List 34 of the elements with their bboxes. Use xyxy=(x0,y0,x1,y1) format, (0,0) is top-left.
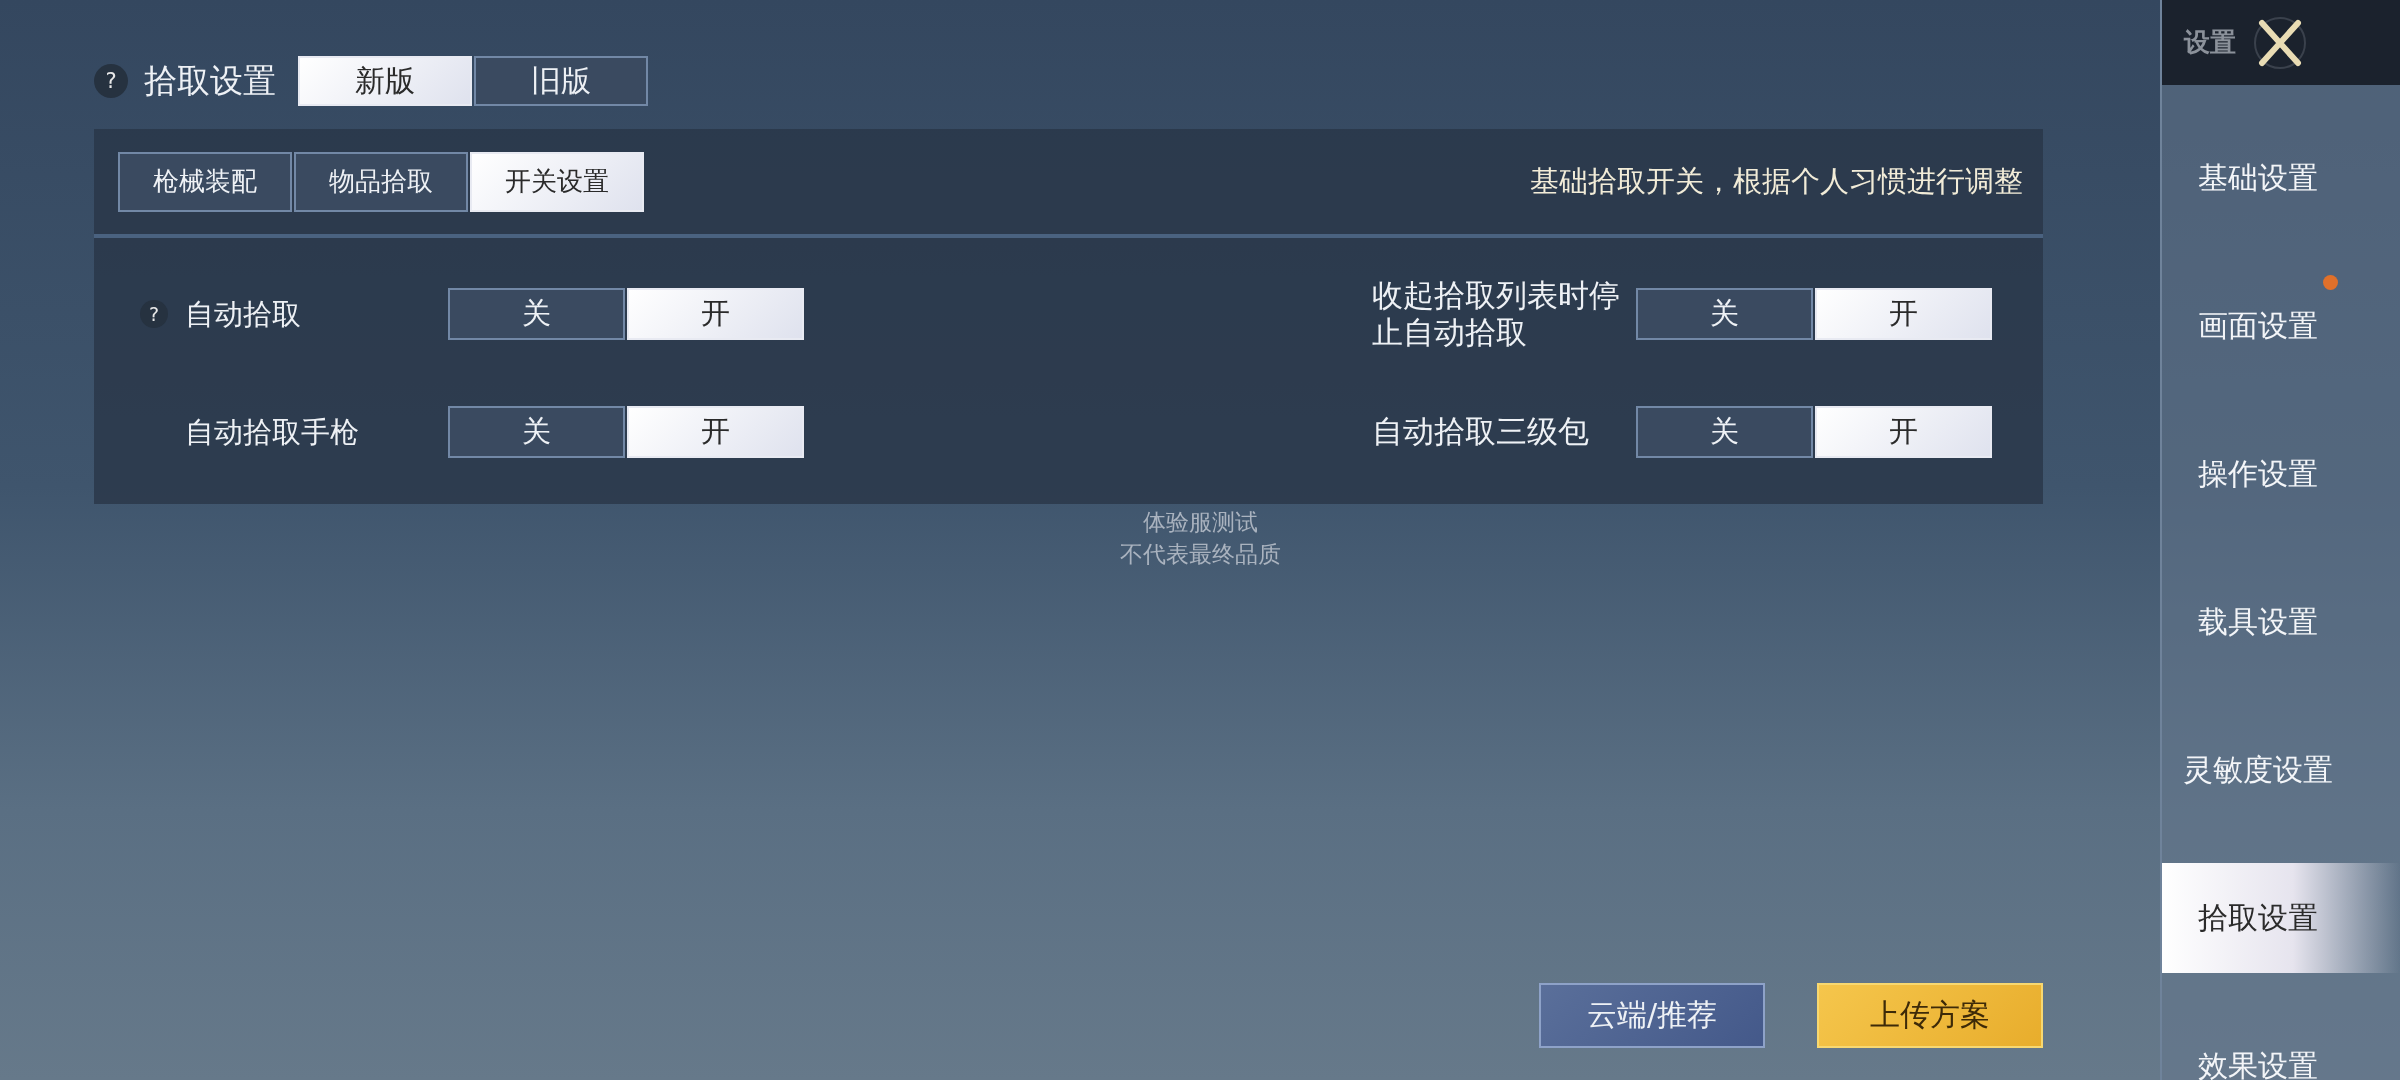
version-tab[interactable]: 旧版 xyxy=(474,56,648,106)
notice-text: 体验服测试 xyxy=(1142,508,1258,537)
sidebar-item[interactable]: 载具设置 xyxy=(2162,567,2400,677)
notice-text: 不代表最终品质 xyxy=(1119,540,1281,570)
option-label: 收起拾取列表时停止自动拾取 xyxy=(1372,276,1621,352)
toggle-option[interactable]: 关 xyxy=(1636,288,1813,340)
option-label: 自动拾取三级包 xyxy=(1372,413,1590,451)
category-tab[interactable]: 开关设置 xyxy=(470,151,644,212)
close-icon[interactable] xyxy=(2252,14,2308,71)
toggle-option[interactable]: 开 xyxy=(1815,406,1992,458)
option-label: 自动拾取 xyxy=(185,296,302,332)
category-tab[interactable]: 枪械装配 xyxy=(118,151,292,212)
description-text: 基础拾取开关，根据个人习惯进行调整 xyxy=(1530,162,2023,200)
sidebar-item[interactable]: 操作设置 xyxy=(2162,419,2400,529)
toggle-option[interactable]: 开 xyxy=(1815,288,1992,340)
sidebar-title: 设置 xyxy=(2184,26,2236,59)
toggle-option[interactable]: 开 xyxy=(627,288,804,340)
upload-button[interactable]: 上传方案 xyxy=(1817,983,2043,1048)
cloud-button[interactable]: 云端/推荐 xyxy=(1539,983,1765,1048)
help-icon[interactable]: ? xyxy=(94,64,128,98)
sidebar-item[interactable]: 拾取设置 xyxy=(2162,863,2400,973)
sidebar-item[interactable]: 效果设置 xyxy=(2162,1011,2400,1080)
sidebar-item[interactable]: 灵敏度设置 xyxy=(2162,715,2400,825)
toggle-option[interactable]: 关 xyxy=(1636,406,1813,458)
section-title: 拾取设置 xyxy=(144,59,276,102)
category-tab[interactable]: 物品拾取 xyxy=(294,151,468,212)
toggle-option[interactable]: 关 xyxy=(448,288,625,340)
toggle-option[interactable]: 开 xyxy=(627,406,804,458)
sidebar-item[interactable]: 画面设置 xyxy=(2162,271,2400,381)
toggle-option[interactable]: 关 xyxy=(448,406,625,458)
help-icon[interactable]: ? xyxy=(140,300,168,328)
option-label: 自动拾取手枪 xyxy=(185,414,360,450)
sidebar-item[interactable]: 基础设置 xyxy=(2162,123,2400,233)
version-tab[interactable]: 新版 xyxy=(298,56,472,106)
